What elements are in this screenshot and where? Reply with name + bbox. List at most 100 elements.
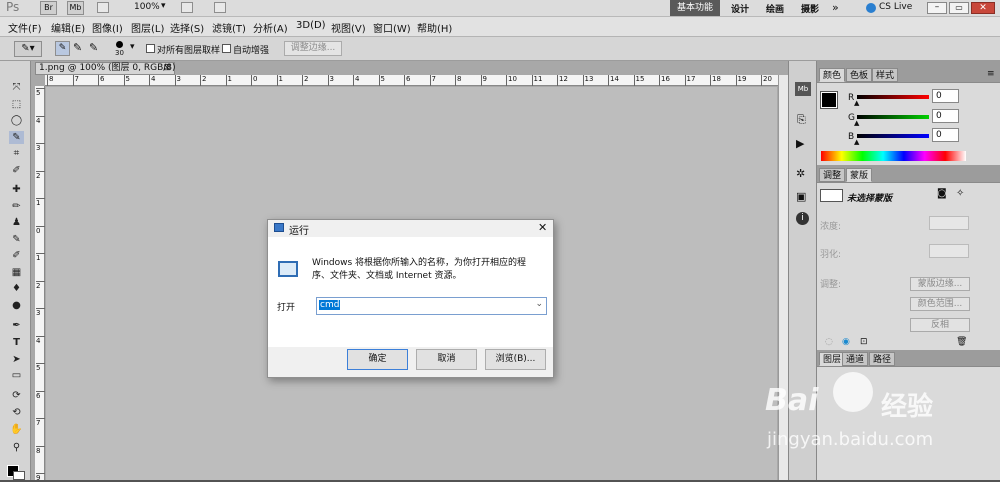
arrange-documents-icon[interactable] — [181, 2, 193, 13]
actions-panel-icon[interactable]: ▶ — [796, 137, 804, 150]
menu-edit[interactable]: 编辑(E) — [51, 20, 85, 35]
foreground-color-swatch[interactable] — [820, 91, 838, 109]
slider-g[interactable] — [857, 115, 929, 119]
channel-b-value[interactable]: 0 — [932, 128, 959, 142]
type-tool-icon[interactable]: T — [9, 336, 24, 349]
invert-button[interactable]: 反相 — [910, 318, 970, 332]
tab-adjustments[interactable]: 调整 — [819, 168, 846, 182]
clone-stamp-tool-icon[interactable]: ♟ — [9, 216, 24, 229]
blur-tool-icon[interactable]: ♦ — [9, 282, 24, 295]
workspace-photography[interactable]: 摄影 — [801, 2, 819, 15]
info-panel-icon[interactable]: i — [796, 212, 809, 225]
view-extras-icon[interactable] — [97, 2, 109, 13]
eyedropper-tool-icon[interactable]: ✐ — [9, 164, 24, 177]
marquee-tool-icon[interactable]: ⬚ — [9, 98, 24, 111]
command-input[interactable]: cmd ⌄ — [316, 297, 547, 315]
path-selection-tool-icon[interactable]: ➤ — [9, 353, 24, 366]
visibility-eye-icon[interactable]: ◉ — [842, 337, 850, 347]
menu-layer[interactable]: 图层(L) — [131, 20, 164, 35]
lasso-tool-icon[interactable]: ◯ — [9, 114, 24, 127]
maximize-button[interactable]: ▭ — [949, 2, 969, 14]
workspace-essentials[interactable]: 基本功能 — [670, 0, 720, 16]
pen-tool-icon[interactable]: ✒ — [9, 319, 24, 332]
density-field[interactable] — [929, 216, 969, 230]
tab-styles[interactable]: 样式 — [872, 68, 899, 82]
new-selection-icon[interactable]: ✎ — [55, 41, 70, 56]
slider-b-handle-icon[interactable]: ▲ — [854, 138, 859, 146]
dodge-tool-icon[interactable]: ● — [9, 299, 24, 312]
feather-field[interactable] — [929, 244, 969, 258]
image-panel-icon[interactable]: ▣ — [796, 190, 806, 203]
hand-tool-icon[interactable]: ✋ — [9, 423, 24, 436]
browse-button[interactable]: 浏览(B)... — [485, 349, 546, 370]
refine-edge-button[interactable]: 调整边缘... — [284, 41, 342, 56]
crop-tool-icon[interactable]: ⌗ — [9, 147, 24, 160]
brush-dropdown-icon[interactable]: ▾ — [130, 42, 135, 52]
3d-rotate-tool-icon[interactable]: ⟳ — [9, 389, 24, 402]
pixel-mask-icon[interactable]: ◙ — [937, 188, 947, 199]
channel-r-value[interactable]: 0 — [932, 89, 959, 103]
apply-mask-icon[interactable]: ⊡ — [860, 337, 868, 347]
quick-selection-tool-icon[interactable]: ✎ — [9, 131, 24, 144]
menu-image[interactable]: 图像(I) — [92, 20, 123, 35]
gradient-tool-icon[interactable]: ▦ — [9, 266, 24, 279]
eraser-tool-icon[interactable]: ✐ — [9, 249, 24, 262]
history-brush-tool-icon[interactable]: ✎ — [9, 233, 24, 246]
mini-bridge-panel-icon[interactable]: Mb — [795, 82, 811, 96]
color-range-button[interactable]: 颜色范围... — [910, 297, 970, 311]
bridge-button[interactable]: Br — [40, 1, 57, 15]
screen-mode-icon[interactable] — [214, 2, 226, 13]
slider-g-handle-icon[interactable]: ▲ — [854, 119, 859, 127]
load-selection-icon[interactable]: ◌ — [825, 337, 833, 347]
close-window-button[interactable]: ✕ — [971, 2, 995, 14]
zoom-tool-icon[interactable]: ⚲ — [9, 441, 24, 454]
tab-paths[interactable]: 路径 — [869, 352, 896, 366]
cancel-button[interactable]: 取消 — [416, 349, 477, 370]
menu-help[interactable]: 帮助(H) — [417, 20, 452, 35]
history-dropdown-icon[interactable]: ⌄ — [535, 299, 543, 309]
menu-filter[interactable]: 滤镜(T) — [212, 20, 246, 35]
auto-enhance-checkbox[interactable] — [222, 44, 231, 53]
document-tab[interactable]: 1.png @ 100% (图层 0, RGB/8) ⊠ — [35, 62, 176, 75]
workspace-painting[interactable]: 绘画 — [766, 2, 784, 15]
healing-brush-tool-icon[interactable]: ✚ — [9, 183, 24, 196]
tab-color[interactable]: 颜色 — [819, 68, 846, 82]
tab-swatches[interactable]: 色板 — [846, 68, 873, 82]
menu-file[interactable]: 文件(F) — [8, 20, 42, 35]
tab-channels[interactable]: 通道 — [842, 352, 869, 366]
delete-mask-icon[interactable]: 🗑 — [956, 337, 967, 347]
slider-r[interactable] — [857, 95, 929, 99]
brush-tool-icon[interactable]: ✏ — [9, 200, 24, 213]
color-spectrum-bar[interactable] — [821, 151, 966, 161]
dialog-close-icon[interactable]: ✕ — [538, 221, 547, 234]
cs-live-button[interactable]: CS Live — [879, 2, 912, 12]
tab-masks[interactable]: 蒙版 — [846, 168, 873, 182]
sample-all-layers-checkbox[interactable] — [146, 44, 155, 53]
minimize-button[interactable]: – — [927, 2, 947, 14]
menu-analysis[interactable]: 分析(A) — [253, 20, 288, 35]
close-document-icon[interactable]: ⊠ — [163, 63, 171, 74]
cs-live-icon[interactable] — [866, 3, 876, 13]
menu-3d[interactable]: 3D(D) — [296, 20, 326, 31]
panel-menu-icon[interactable]: ≡ — [987, 69, 995, 79]
tool-preset-picker[interactable]: ✎▾ — [14, 41, 42, 57]
menu-select[interactable]: 选择(S) — [170, 20, 204, 35]
mini-bridge-button[interactable]: Mb — [67, 1, 84, 15]
menu-window[interactable]: 窗口(W) — [373, 20, 411, 35]
slider-r-handle-icon[interactable]: ▲ — [854, 99, 859, 107]
menu-view[interactable]: 视图(V) — [331, 20, 366, 35]
channel-g-value[interactable]: 0 — [932, 109, 959, 123]
ok-button[interactable]: 确定 — [347, 349, 408, 370]
more-workspaces-button[interactable]: » — [832, 1, 839, 14]
zoom-dropdown-icon[interactable]: ▾ — [161, 1, 166, 11]
zoom-level[interactable]: 100% — [134, 2, 160, 12]
mask-edge-button[interactable]: 蒙版边缘... — [910, 277, 970, 291]
move-tool-icon[interactable]: ⤧ — [9, 81, 24, 94]
vertical-scrollbar[interactable] — [778, 75, 788, 480]
background-color-swatch[interactable] — [13, 471, 25, 480]
subtract-from-selection-icon[interactable]: ✎ — [89, 41, 98, 54]
shape-tool-icon[interactable]: ▭ — [9, 369, 24, 382]
brush-size-icon[interactable] — [116, 41, 123, 48]
history-panel-icon[interactable]: ⎘ — [797, 113, 806, 127]
3d-orbit-tool-icon[interactable]: ⟲ — [9, 406, 24, 419]
